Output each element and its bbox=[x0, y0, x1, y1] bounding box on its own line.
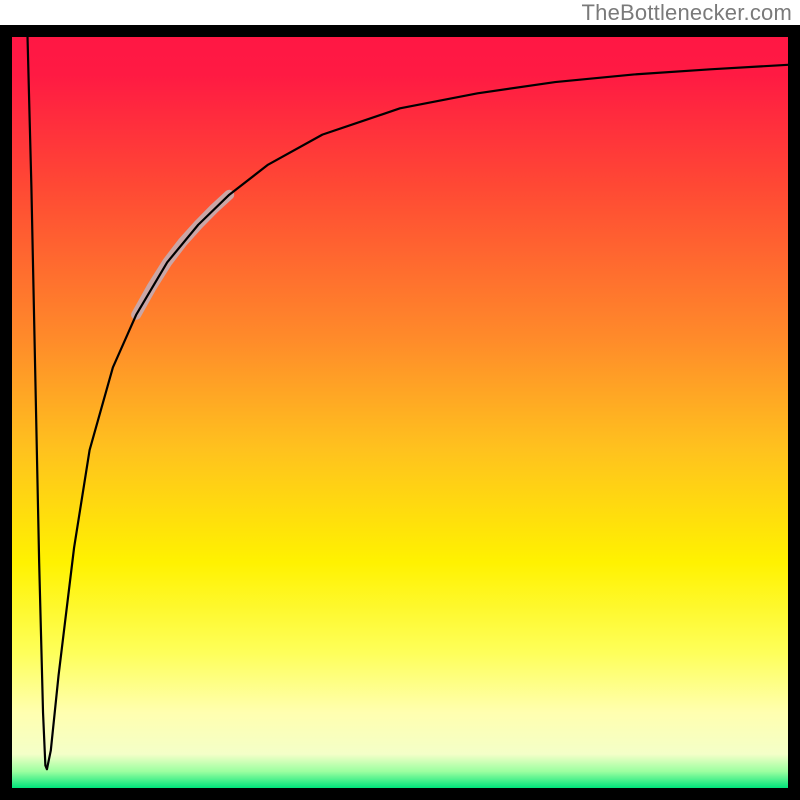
plot-background bbox=[12, 37, 788, 788]
attribution-label: TheBottlenecker.com bbox=[582, 0, 792, 26]
bottleneck-chart bbox=[0, 25, 800, 800]
plot-layer bbox=[12, 37, 788, 788]
chart-container: TheBottlenecker.com bbox=[0, 0, 800, 800]
